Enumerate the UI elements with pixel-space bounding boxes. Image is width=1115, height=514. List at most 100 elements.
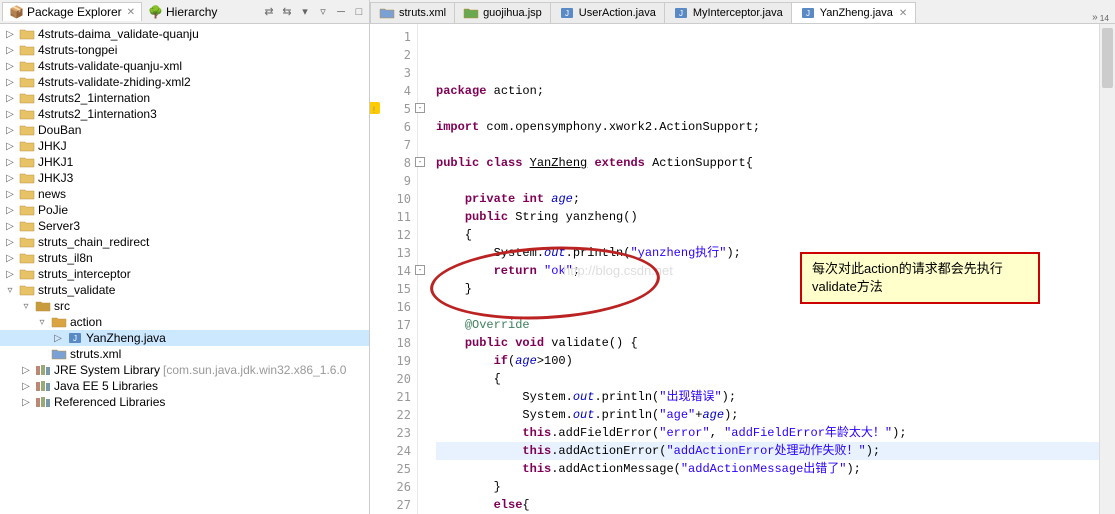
tree-item[interactable]: ▷4struts-validate-quanju-xml xyxy=(0,58,369,74)
minimize-icon[interactable]: ─ xyxy=(333,4,349,20)
expand-icon[interactable]: ▷ xyxy=(4,221,16,232)
code-line[interactable]: { xyxy=(436,370,1115,388)
maximize-icon[interactable]: □ xyxy=(351,4,367,20)
close-icon[interactable]: ✕ xyxy=(127,7,135,18)
tree-item[interactable]: ▿src xyxy=(0,298,369,314)
code-line[interactable]: public class YanZheng extends ActionSupp… xyxy=(436,154,1115,172)
expand-icon[interactable]: ▷ xyxy=(4,173,16,184)
code-line[interactable]: else{ xyxy=(436,496,1115,514)
link-icon[interactable]: ⇆ xyxy=(279,4,295,20)
tree-item[interactable]: ▷JHKJ xyxy=(0,138,369,154)
close-icon[interactable]: ✕ xyxy=(899,8,907,19)
code-line[interactable]: this.addActionMessage("addActionMessage出… xyxy=(436,460,1115,478)
expand-icon[interactable]: ▷ xyxy=(4,189,16,200)
code-line[interactable]: package action; xyxy=(436,82,1115,100)
menu-icon[interactable]: ▿ xyxy=(315,4,331,20)
code-line[interactable] xyxy=(436,136,1115,154)
editor-tab[interactable]: JUserAction.java xyxy=(550,2,665,23)
tab-label: UserAction.java xyxy=(579,7,656,19)
expand-icon[interactable]: ▿ xyxy=(36,317,48,328)
tree-item[interactable]: ▷struts_interceptor xyxy=(0,266,369,282)
expand-icon[interactable]: ▷ xyxy=(4,237,16,248)
code-line[interactable]: public void validate() { xyxy=(436,334,1115,352)
tree-item[interactable]: ▷struts_il8n xyxy=(0,250,369,266)
code-line[interactable]: private int age; xyxy=(436,190,1115,208)
line-number: 9 xyxy=(370,172,411,190)
code-line[interactable]: if(age>100) xyxy=(436,352,1115,370)
tree-item[interactable]: ▷JYanZheng.java xyxy=(0,330,369,346)
tree-item[interactable]: ▷ struts_chain_redirect xyxy=(0,234,369,250)
expand-icon[interactable]: ▷ xyxy=(4,269,16,280)
code-line[interactable]: System.out.println("出现错误"); xyxy=(436,388,1115,406)
scrollbar-thumb[interactable] xyxy=(1102,28,1113,88)
code-line[interactable]: { xyxy=(436,226,1115,244)
code-line[interactable] xyxy=(436,100,1115,118)
line-number: 22 xyxy=(370,406,411,424)
editor-tab[interactable]: JMyInterceptor.java xyxy=(664,2,792,23)
filter-icon[interactable]: ▾ xyxy=(297,4,313,20)
expand-icon[interactable]: ▷ xyxy=(20,365,32,376)
tree-item[interactable]: ▷4struts2_1internation3 xyxy=(0,106,369,122)
tree-item[interactable]: ▷Java EE 5 Libraries xyxy=(0,378,369,394)
tree-item[interactable]: ▷DouBan xyxy=(0,122,369,138)
code-line[interactable]: @Override xyxy=(436,316,1115,334)
code-line[interactable]: } xyxy=(436,478,1115,496)
expand-icon[interactable]: ▷ xyxy=(4,253,16,264)
tree-item[interactable]: ▿ struts_validate xyxy=(0,282,369,298)
tab-overflow[interactable]: »14 xyxy=(1086,12,1115,23)
tree-item[interactable]: ▷Referenced Libraries xyxy=(0,394,369,410)
project-icon xyxy=(19,91,35,105)
code-line[interactable]: this.addFieldError("error", "addFieldErr… xyxy=(436,424,1115,442)
editor-tab[interactable]: JYanZheng.java✕ xyxy=(791,2,917,23)
tree-item[interactable]: ▷PoJie xyxy=(0,202,369,218)
tree-label: struts_chain_redirect xyxy=(38,235,149,249)
tree-label: action xyxy=(70,315,102,329)
expand-icon[interactable]: ▷ xyxy=(4,109,16,120)
collapse-icon[interactable]: ⇄ xyxy=(261,4,277,20)
tree-item[interactable]: struts.xml xyxy=(0,346,369,362)
xml-icon xyxy=(379,6,395,20)
expand-icon[interactable]: ▷ xyxy=(52,333,64,344)
expand-icon[interactable]: ▷ xyxy=(20,381,32,392)
tree-item[interactable]: ▷JHKJ1 xyxy=(0,154,369,170)
tree-item[interactable]: ▷4struts-validate-zhiding-xml2 xyxy=(0,74,369,90)
code-line[interactable]: import com.opensymphony.xwork2.ActionSup… xyxy=(436,118,1115,136)
tree-item[interactable]: ▷news xyxy=(0,186,369,202)
code-line[interactable]: System.out.println("age"+age); xyxy=(436,406,1115,424)
expand-icon[interactable]: ▷ xyxy=(20,397,32,408)
expand-icon[interactable]: ▿ xyxy=(20,301,32,312)
tree-item[interactable]: ▷JHKJ3 xyxy=(0,170,369,186)
tree-label: YanZheng.java xyxy=(86,331,166,345)
tab-hierarchy[interactable]: 🌳 Hierarchy xyxy=(142,3,223,21)
line-number: 10 xyxy=(370,190,411,208)
code-line[interactable]: this.addActionError("addActionError处理动作失… xyxy=(436,442,1115,460)
editor-tab[interactable]: guojihua.jsp xyxy=(454,2,551,23)
tree-item[interactable]: ▷4struts2_1internation xyxy=(0,90,369,106)
tree-item[interactable]: ▷4struts-tongpei xyxy=(0,42,369,58)
tab-package-explorer[interactable]: 📦 Package Explorer ✕ xyxy=(2,2,142,21)
tree-item[interactable]: ▿ action xyxy=(0,314,369,330)
expand-icon[interactable]: ▷ xyxy=(4,93,16,104)
expand-icon[interactable]: ▷ xyxy=(4,61,16,72)
line-number: 7 xyxy=(370,136,411,154)
expand-icon[interactable]: ▷ xyxy=(4,77,16,88)
expand-icon[interactable]: ▷ xyxy=(4,141,16,152)
tree-item[interactable]: ▷Server3 xyxy=(0,218,369,234)
hierarchy-icon: 🌳 xyxy=(148,5,163,19)
tree-label: struts_validate xyxy=(38,283,115,297)
tree-item[interactable]: ▷JRE System Library [com.sun.java.jdk.wi… xyxy=(0,362,369,378)
code-line[interactable] xyxy=(436,172,1115,190)
expand-icon[interactable]: ▷ xyxy=(4,157,16,168)
project-tree[interactable]: ▷4struts-daima_validate-quanju▷4struts-t… xyxy=(0,24,369,514)
expand-icon[interactable]: ▷ xyxy=(4,125,16,136)
vertical-scrollbar[interactable] xyxy=(1099,24,1115,514)
editor-tab[interactable]: struts.xml xyxy=(370,2,455,23)
project-icon xyxy=(19,235,35,249)
expand-icon[interactable]: ▷ xyxy=(4,205,16,216)
expand-icon[interactable]: ▷ xyxy=(4,29,16,40)
tree-item[interactable]: ▷4struts-daima_validate-quanju xyxy=(0,26,369,42)
expand-icon[interactable]: ▷ xyxy=(4,45,16,56)
svg-text:J: J xyxy=(679,9,683,18)
code-line[interactable]: public String yanzheng() xyxy=(436,208,1115,226)
expand-icon[interactable]: ▿ xyxy=(4,285,16,296)
